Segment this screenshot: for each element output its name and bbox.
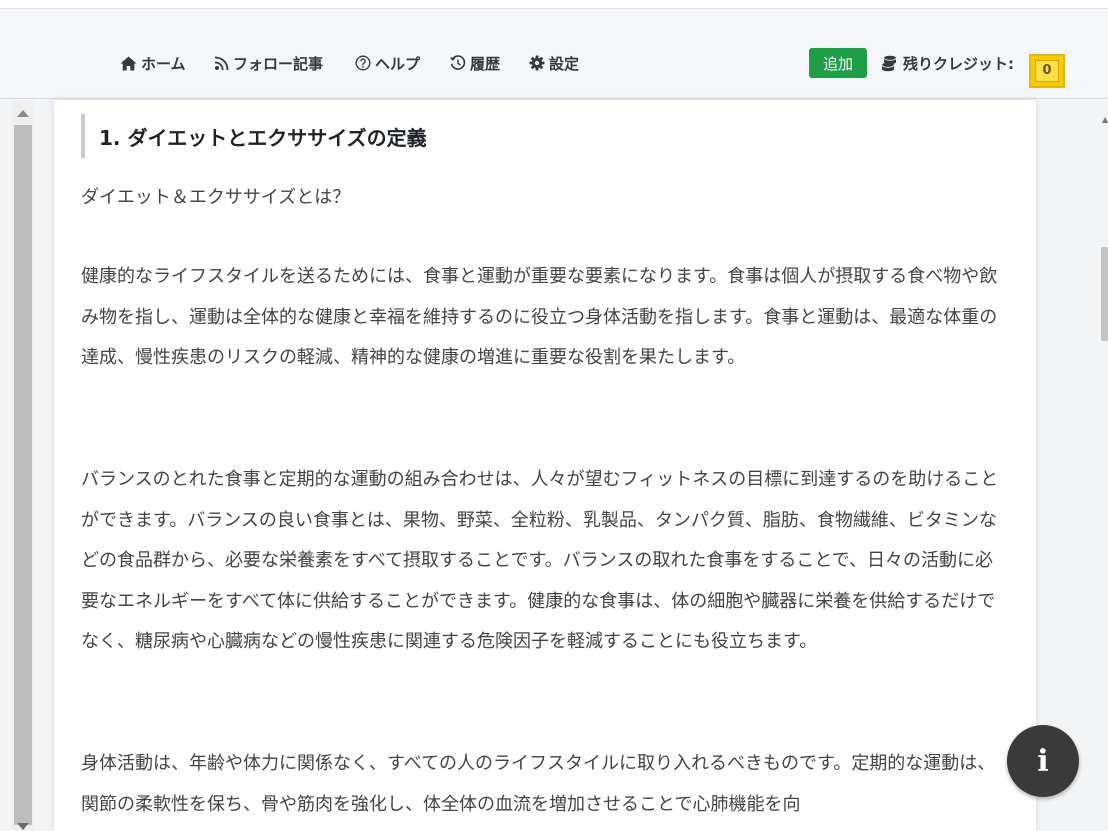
nav-help[interactable]: ヘルプ	[355, 53, 420, 73]
credit-count: 0	[1035, 60, 1059, 82]
paragraph: 健康的なライフスタイルを送るためには、食事と運動が重要な要素になります。食事は個…	[81, 266, 998, 368]
right-scroll-up-arrow-icon[interactable]: ▲	[1102, 115, 1108, 124]
gear-icon	[529, 55, 545, 71]
home-icon	[120, 56, 137, 70]
article-content: 1. ダイエットとエクササイズの定義 ダイエット＆エクササイズとは？ 健康的なラ…	[54, 100, 1036, 831]
right-scrollbar-thumb[interactable]	[1101, 247, 1108, 341]
coins-icon	[881, 55, 897, 71]
left-scrollbar[interactable]	[12, 100, 34, 831]
question-circle-icon	[355, 55, 371, 71]
rss-icon	[214, 56, 229, 70]
section-heading: 1. ダイエットとエクササイズの定義	[81, 114, 427, 158]
nav-history-label: 履歴	[470, 54, 501, 73]
info-button[interactable]: i	[1007, 725, 1079, 797]
paragraph: バランスのとれた食事と定期的な運動の組み合わせは、人々が望むフィットネスの目標に…	[81, 469, 999, 652]
nav-help-label: ヘルプ	[375, 54, 421, 73]
nav-follow-label: フォロー記事	[233, 54, 324, 73]
window-top-bar	[0, 0, 1108, 9]
credit-count-badge: 0	[1029, 54, 1065, 88]
top-navbar: ホーム フォロー記事 ヘルプ 履歴 設定 追加 残りクレジット: 0	[0, 9, 1108, 99]
paragraph: 身体活動は、年齢や体力に関係なく、すべての人のライフスタイルに取り入れるべきもの…	[81, 753, 996, 815]
history-icon	[450, 55, 466, 70]
nav-settings[interactable]: 設定	[529, 53, 579, 73]
remaining-credits: 残りクレジット:	[881, 53, 1014, 73]
nav-home-label: ホーム	[141, 54, 186, 73]
intro-text: ダイエット＆エクササイズとは？	[81, 187, 351, 208]
add-button[interactable]: 追加	[809, 48, 867, 78]
scroll-down-arrow-icon[interactable]	[17, 823, 29, 830]
info-icon: i	[1037, 743, 1049, 779]
nav-settings-label: 設定	[549, 54, 580, 73]
nav-history[interactable]: 履歴	[450, 53, 500, 73]
scrollbar-thumb[interactable]	[14, 125, 32, 825]
credits-label: 残りクレジット:	[903, 54, 1014, 73]
nav-home[interactable]: ホーム	[120, 53, 186, 73]
scroll-up-arrow-icon[interactable]	[17, 110, 29, 117]
nav-follow[interactable]: フォロー記事	[214, 53, 323, 73]
